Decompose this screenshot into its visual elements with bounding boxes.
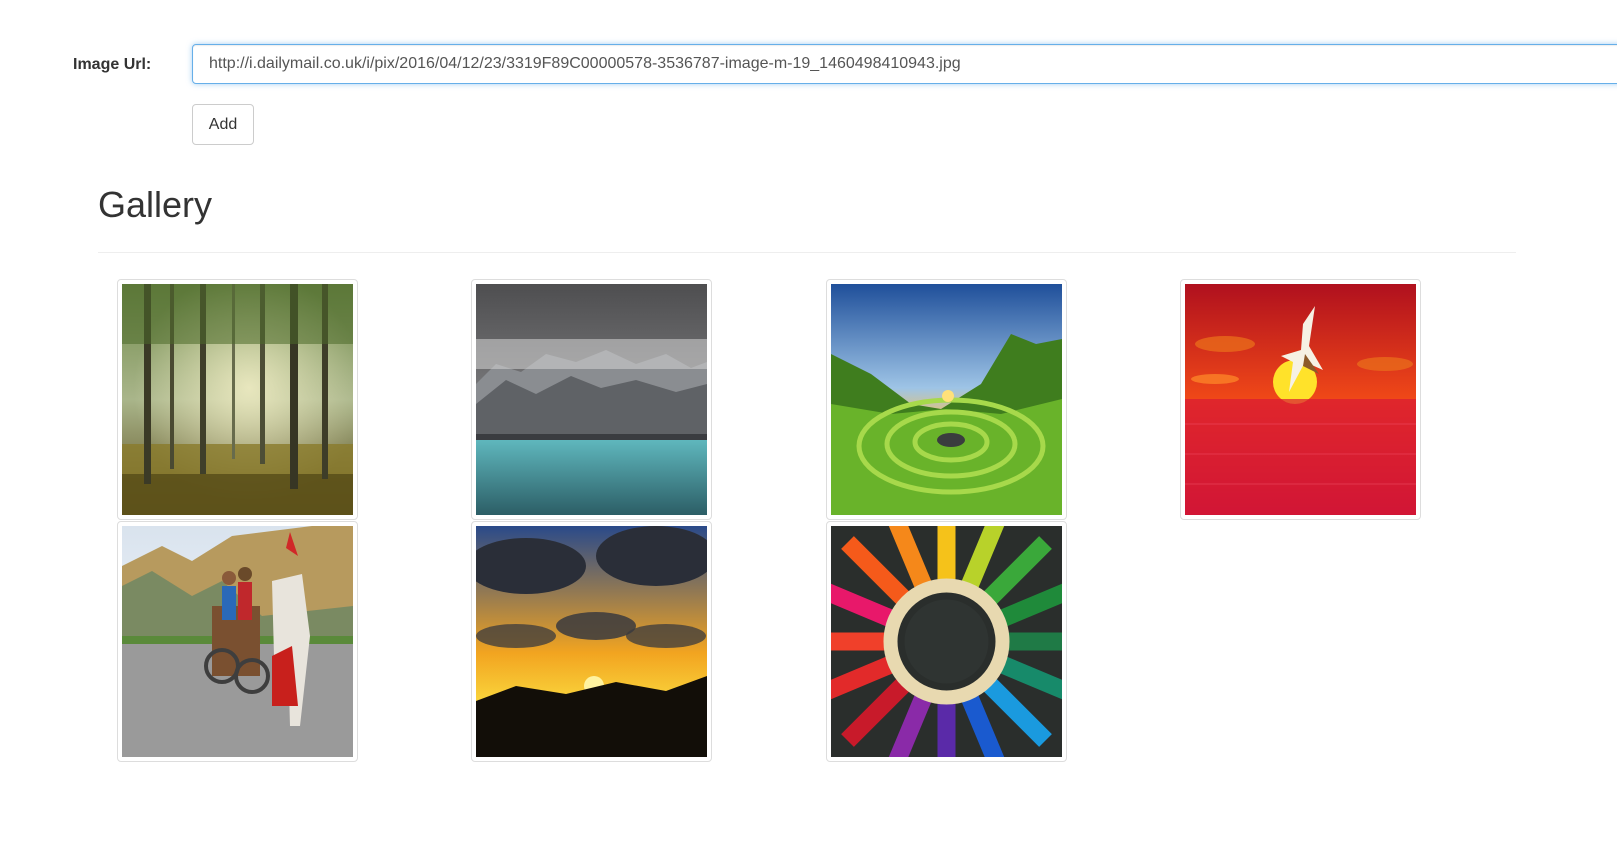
image-url-input[interactable] (192, 44, 1617, 84)
gallery-thumbnail-golden-sunset[interactable] (471, 521, 712, 762)
gallery-thumbnail-lake-cliffs[interactable] (471, 279, 712, 520)
gallery-heading: Gallery (98, 184, 213, 225)
green-valley-image (831, 284, 1062, 515)
horse-cart-image (122, 526, 353, 757)
gallery-thumbnail-seagull-sunset[interactable] (1180, 279, 1421, 520)
lake-cliffs-image (476, 284, 707, 515)
gallery-thumbnail-forest[interactable] (117, 279, 358, 520)
seagull-sunset-image (1185, 284, 1416, 515)
colored-pencils-image (831, 526, 1062, 757)
image-url-label: Image Url: (73, 56, 152, 73)
gallery-thumbnail-green-valley[interactable] (826, 279, 1067, 520)
gallery-divider (98, 252, 1516, 253)
gallery-thumbnail-colored-pencils[interactable] (826, 521, 1067, 762)
image-url-form-row: Image Url: (0, 44, 1617, 88)
golden-sunset-image (476, 526, 707, 757)
forest-image (122, 284, 353, 515)
gallery-thumbnail-horse-cart[interactable] (117, 521, 358, 762)
add-button[interactable]: Add (192, 104, 254, 145)
